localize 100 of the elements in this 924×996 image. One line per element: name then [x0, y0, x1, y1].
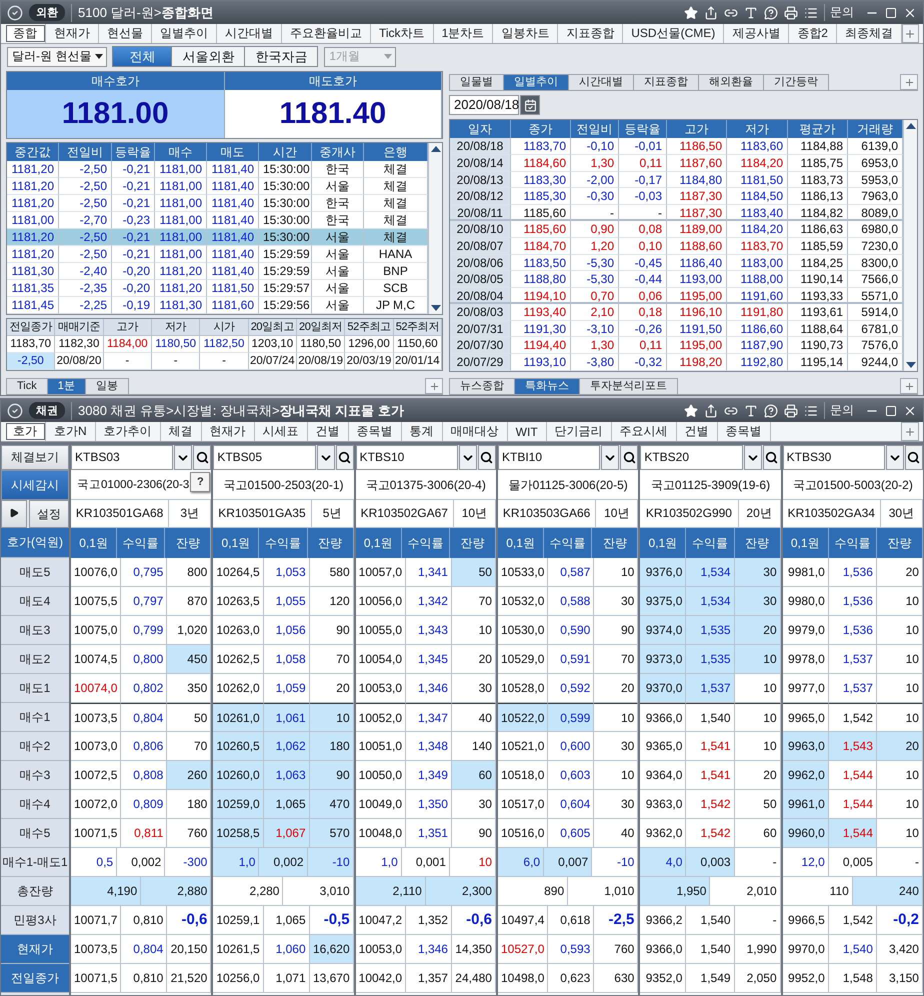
search-button[interactable]: [336, 445, 354, 470]
maximize-icon[interactable]: [885, 404, 897, 416]
code-field[interactable]: KTBS05: [213, 445, 316, 470]
segment-button[interactable]: 서울외환: [171, 46, 246, 67]
add-tab-button[interactable]: [902, 24, 919, 43]
tab[interactable]: 일봉차트: [493, 24, 558, 43]
add-tab-button[interactable]: [900, 74, 918, 90]
list-icon[interactable]: [804, 6, 818, 20]
tab[interactable]: 지표종합: [633, 74, 699, 90]
tab[interactable]: 일별추이: [503, 74, 569, 90]
print-icon[interactable]: [784, 6, 798, 20]
tab[interactable]: 시세표: [254, 422, 308, 441]
tab[interactable]: 해외환율: [698, 74, 764, 90]
tab[interactable]: 통계: [402, 422, 443, 441]
watch-button[interactable]: 시세감시: [1, 470, 69, 500]
search-button[interactable]: [478, 445, 496, 470]
tab[interactable]: 기간등락: [763, 74, 829, 90]
tab[interactable]: 투자분석리포트: [579, 378, 678, 394]
tab[interactable]: 현재가: [202, 422, 255, 441]
search-button[interactable]: [762, 445, 781, 470]
scroll-down-icon[interactable]: [906, 362, 916, 368]
tab[interactable]: 단기금리: [546, 422, 612, 441]
text-size-icon[interactable]: [744, 6, 758, 20]
dropdown-button[interactable]: [174, 445, 192, 470]
scrollbar[interactable]: [428, 143, 442, 314]
tab[interactable]: 제공사별: [724, 24, 790, 43]
dropdown-button[interactable]: [458, 445, 477, 470]
tab[interactable]: 일물별: [449, 74, 504, 90]
code-field[interactable]: KTBS10: [356, 445, 458, 470]
tab[interactable]: 일봉: [84, 378, 129, 394]
tab[interactable]: 건별: [308, 422, 349, 441]
add-tab-button[interactable]: [900, 378, 918, 394]
code-field[interactable]: KTBS20: [640, 445, 743, 470]
settings-button[interactable]: 설정: [29, 500, 69, 528]
search-button[interactable]: [904, 445, 923, 470]
tab[interactable]: 주요환율비교: [282, 24, 371, 43]
tab[interactable]: 1분: [46, 378, 86, 394]
table-cell: JP M,C: [364, 297, 428, 314]
tab[interactable]: 호가N: [46, 422, 96, 441]
tab[interactable]: 특화뉴스: [514, 378, 580, 394]
export-icon[interactable]: [704, 404, 718, 418]
tab[interactable]: 일별추이: [152, 24, 217, 43]
tab[interactable]: Tick차트: [371, 24, 434, 43]
inquiry-button[interactable]: 문의: [824, 4, 859, 21]
tab[interactable]: 매매대상: [442, 422, 508, 441]
tab[interactable]: 현재가: [46, 24, 99, 43]
tab[interactable]: 호가추이: [96, 422, 161, 441]
print-icon[interactable]: [784, 404, 798, 418]
tab[interactable]: USD선물(CME): [623, 24, 724, 43]
tab[interactable]: 1분차트: [434, 24, 494, 43]
tab[interactable]: 뉴스종합: [449, 378, 515, 394]
help-icon[interactable]: [764, 6, 778, 20]
tab[interactable]: 종목별: [348, 422, 402, 441]
row-label-button[interactable]: 현재가: [1, 935, 69, 964]
row-label-button[interactable]: 전일종가: [1, 964, 69, 993]
scroll-down-icon[interactable]: [430, 305, 440, 311]
dropdown-button[interactable]: [744, 445, 762, 470]
export-icon[interactable]: [704, 6, 718, 20]
table-cell: 10: [594, 761, 638, 790]
add-tab-button[interactable]: [425, 378, 443, 394]
tab[interactable]: 호가: [5, 422, 46, 441]
tab[interactable]: 종목별: [718, 422, 771, 441]
list-icon[interactable]: [804, 404, 818, 418]
segment-button[interactable]: 한국자금: [244, 46, 318, 67]
tab[interactable]: 주요시세: [612, 422, 677, 441]
date-field[interactable]: 2020/08/18: [449, 95, 519, 116]
text-size-icon[interactable]: [744, 404, 758, 418]
table-cell: 760: [167, 819, 212, 848]
tab[interactable]: Tick: [6, 378, 48, 394]
dropdown-button[interactable]: [316, 445, 335, 470]
tab[interactable]: 종합: [5, 24, 46, 43]
segment-button[interactable]: 전체: [112, 46, 172, 67]
search-button[interactable]: [620, 445, 638, 470]
dropdown-button[interactable]: [601, 445, 620, 470]
tab[interactable]: 시간대별: [568, 74, 634, 90]
scroll-up-icon[interactable]: [906, 123, 916, 130]
help-icon[interactable]: [764, 404, 778, 418]
favorite-star-icon[interactable]: [684, 6, 698, 20]
search-button[interactable]: [193, 445, 212, 470]
tab[interactable]: 체결: [160, 422, 202, 441]
tab[interactable]: 건별: [676, 422, 718, 441]
dropdown-button[interactable]: [886, 445, 904, 470]
scrollbar[interactable]: [903, 120, 917, 371]
code-field[interactable]: KTBS30: [782, 445, 885, 470]
add-tab-button[interactable]: [901, 422, 919, 441]
trades-view-button[interactable]: 체결보기: [1, 445, 69, 470]
tab[interactable]: 종합2: [789, 24, 837, 43]
tab[interactable]: 시간대별: [217, 24, 282, 43]
code-field[interactable]: KTBS03: [71, 445, 174, 470]
code-field[interactable]: KTBI10: [498, 445, 600, 470]
tab[interactable]: 현선물: [99, 24, 152, 43]
inquiry-button[interactable]: 문의: [824, 402, 859, 419]
tab[interactable]: 지표종합: [558, 24, 624, 43]
favorite-star-icon[interactable]: [684, 404, 698, 418]
calendar-button[interactable]: [520, 95, 540, 116]
tab[interactable]: WIT: [508, 422, 547, 441]
maximize-icon[interactable]: [885, 6, 897, 18]
play-button[interactable]: [1, 500, 27, 528]
instrument-dropdown[interactable]: 달러-원 현선물: [7, 46, 108, 66]
scroll-up-icon[interactable]: [430, 146, 440, 152]
